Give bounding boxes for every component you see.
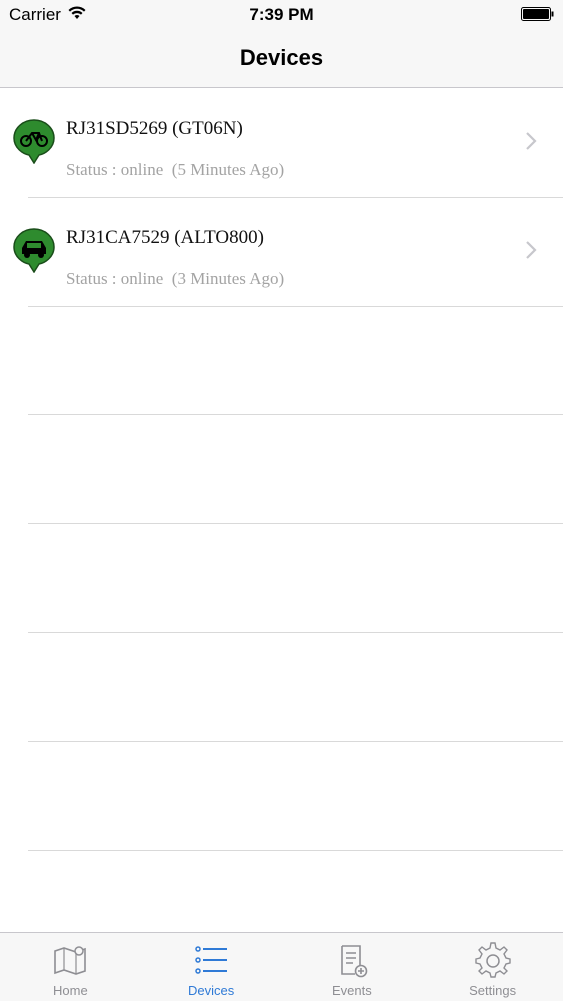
- device-status: Status : online (5 Minutes Ago): [66, 160, 285, 179]
- device-row[interactable]: RJ31SD5269 (GT06N) Status : online (5 Mi…: [0, 88, 563, 198]
- empty-row: [28, 524, 563, 633]
- tab-devices-label: Devices: [188, 983, 235, 998]
- page-title: Devices: [239, 45, 324, 70]
- document-add-icon: [341, 945, 368, 978]
- list-icon: [195, 946, 228, 974]
- clock: 7:39 PM: [249, 5, 314, 24]
- tab-home[interactable]: Home: [0, 933, 141, 1001]
- device-row[interactable]: RJ31CA7529 (ALTO800) Status : online (3 …: [0, 197, 563, 307]
- empty-row: [28, 742, 563, 851]
- chevron-right-icon: [526, 132, 537, 150]
- battery-icon: [521, 7, 554, 21]
- empty-row: [28, 306, 563, 415]
- gear-icon: [474, 942, 511, 978]
- tab-events[interactable]: Events: [282, 933, 423, 1001]
- tab-bar: Home Devices Events Settings: [0, 932, 563, 1001]
- motorcycle-pin-icon: [13, 119, 55, 164]
- device-name: RJ31SD5269 (GT06N): [66, 118, 243, 139]
- tab-events-label: Events: [332, 983, 372, 998]
- status-bar: Carrier 7:39 PM: [0, 0, 563, 28]
- tab-devices[interactable]: Devices: [141, 933, 282, 1001]
- car-pin-icon: [13, 228, 55, 273]
- empty-row: [28, 633, 563, 742]
- map-icon: [54, 946, 87, 975]
- tab-settings-label: Settings: [469, 983, 517, 998]
- navigation-bar: Devices: [0, 28, 563, 88]
- device-name: RJ31CA7529 (ALTO800): [66, 227, 264, 248]
- device-status: Status : online (3 Minutes Ago): [66, 269, 285, 288]
- tab-home-label: Home: [53, 983, 88, 998]
- chevron-right-icon: [526, 241, 537, 259]
- tab-settings[interactable]: Settings: [422, 933, 563, 1001]
- device-list: RJ31SD5269 (GT06N) Status : online (5 Mi…: [0, 88, 563, 851]
- empty-row: [28, 415, 563, 524]
